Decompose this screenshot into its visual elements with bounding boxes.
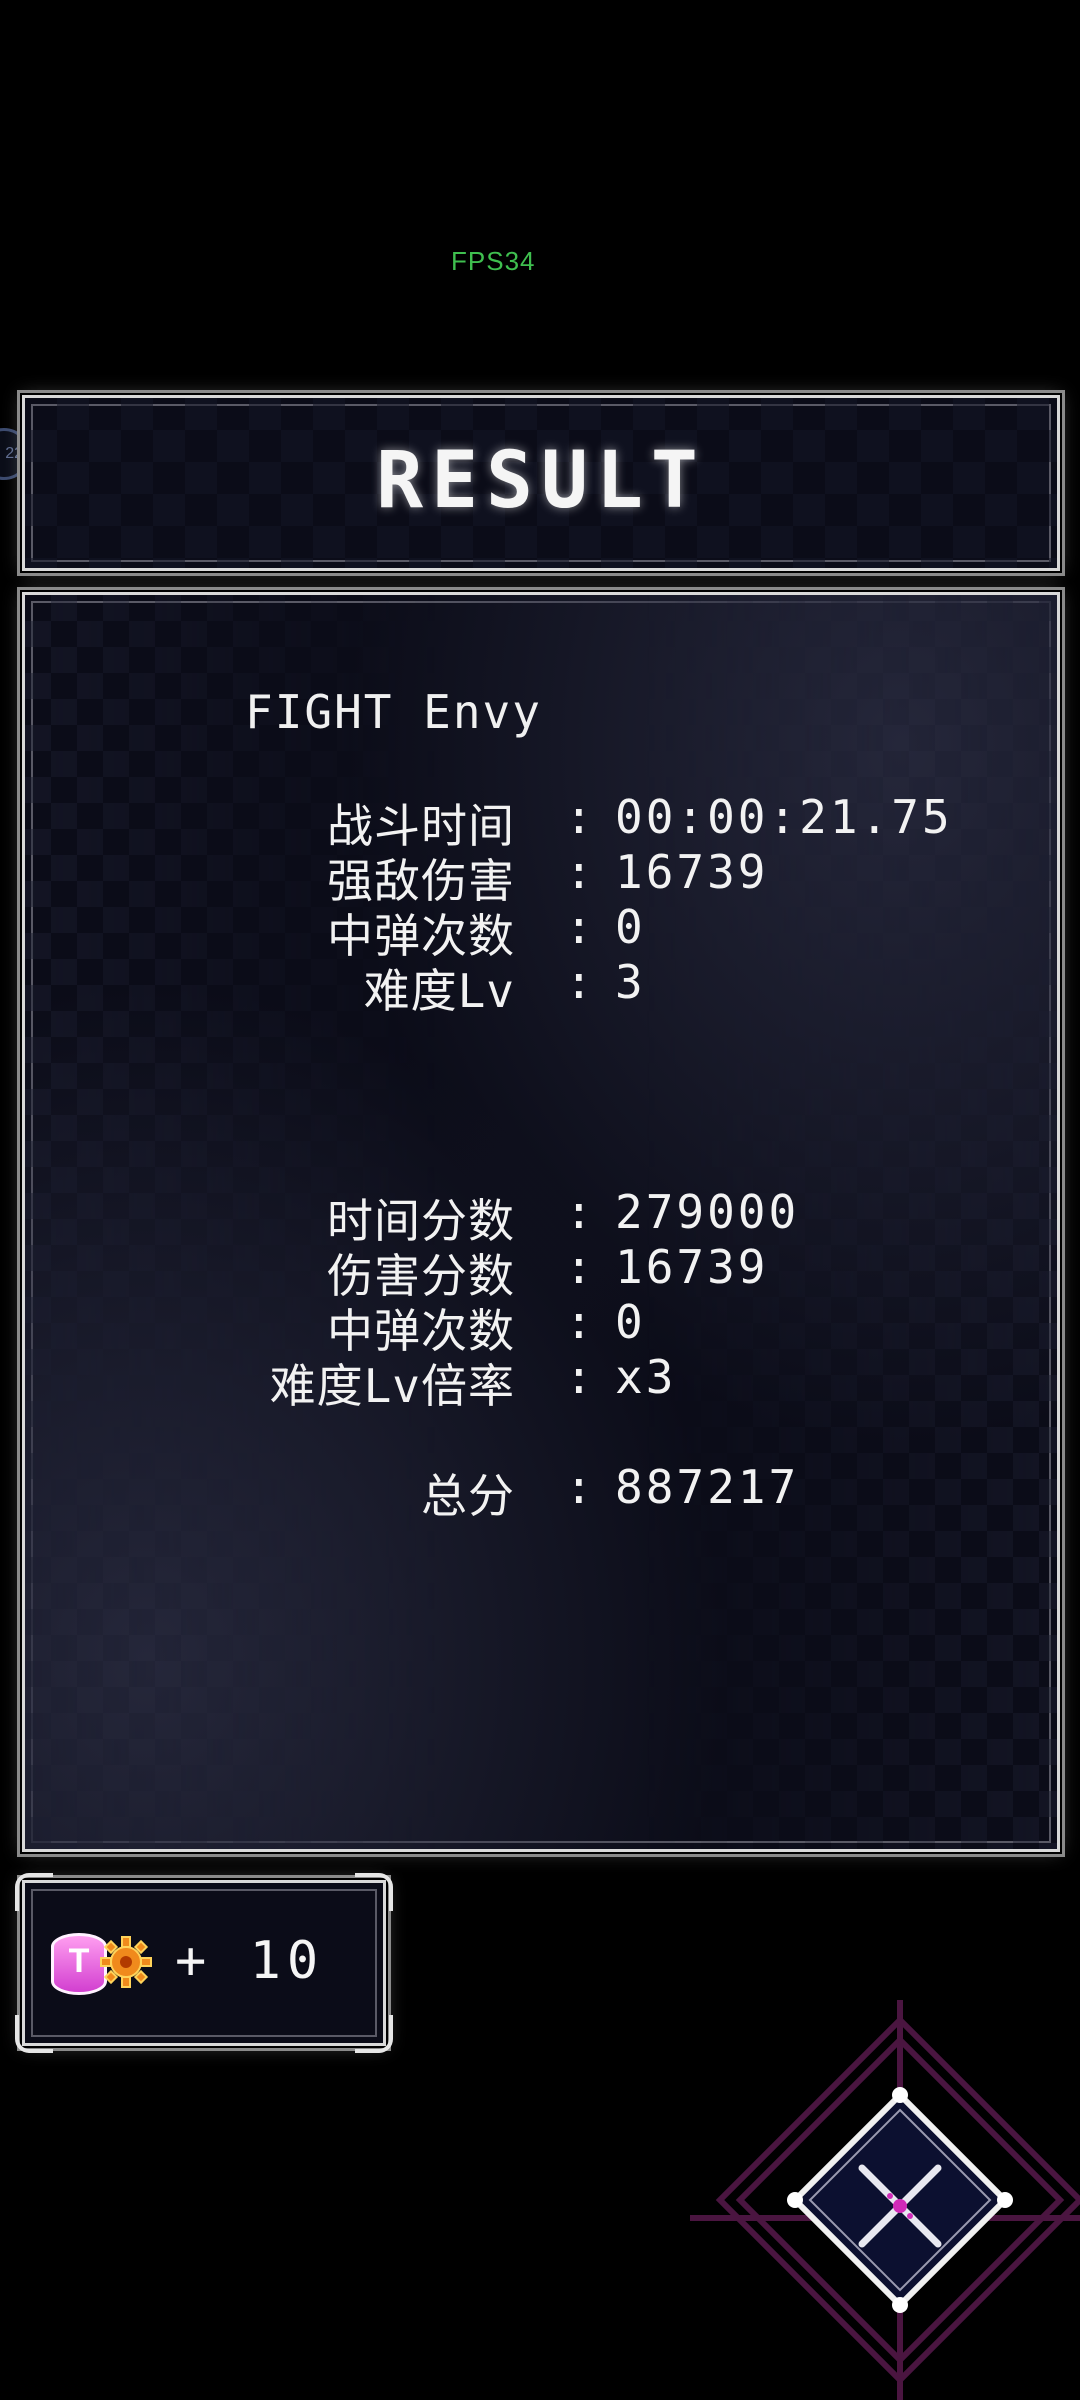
frame-corner-ornament — [25, 398, 53, 426]
fps-counter: FPS34 — [451, 246, 536, 276]
stat-value: 0 — [615, 1295, 646, 1349]
stat-colon: : — [565, 1460, 593, 1514]
stat-value: 16739 — [615, 845, 769, 899]
stat-row-boss-damage: 强敌伤害 : 16739 — [25, 845, 1025, 908]
reward-panel: T + 10 — [15, 1873, 393, 2053]
frame-corner-ornament — [1029, 595, 1057, 623]
result-stats-panel: FIGHT Envy 战斗时间 : 00:00:21.75 强敌伤害 : 167… — [22, 592, 1060, 1852]
result-title-panel: RESULT — [22, 395, 1060, 571]
stat-value: 00:00:21.75 — [615, 790, 953, 844]
stat-row-difficulty: 难度Lv : 3 — [25, 955, 1025, 1018]
stat-colon: : — [565, 845, 593, 899]
stat-row-difficulty-multiplier: 难度Lv倍率 : x3 — [25, 1350, 1025, 1413]
stat-row-total-score: 总分 : 887217 — [25, 1460, 1025, 1523]
stat-label: 难度Lv — [363, 964, 515, 1018]
stat-value: 3 — [615, 955, 646, 1009]
ticket-icon-letter: T — [68, 1942, 90, 1980]
frame-corner-ornament — [25, 1821, 53, 1849]
reward-amount: + 10 — [175, 1931, 325, 1991]
stat-colon: : — [565, 790, 593, 844]
stat-colon: : — [565, 1295, 593, 1349]
frame-corner-ornament — [355, 2015, 393, 2053]
stat-value: 279000 — [615, 1185, 800, 1239]
total-label: 总分 — [421, 1469, 515, 1523]
frame-corner-ornament — [1029, 398, 1057, 426]
stat-colon: : — [565, 900, 593, 954]
frame-corner-ornament — [1029, 1821, 1057, 1849]
stat-colon: : — [565, 1240, 593, 1294]
frame-corner-ornament — [15, 1873, 53, 1911]
frame-corner-ornament — [25, 540, 53, 568]
stat-row-battle-time: 战斗时间 : 00:00:21.75 — [25, 790, 1025, 853]
stat-row-hits-taken: 中弹次数 : 0 — [25, 900, 1025, 963]
result-screen: FPS34 22 RESULT FIGHT Envy 战斗时间 : 00:00:… — [0, 0, 1080, 2400]
stat-value: 0 — [615, 900, 646, 954]
stat-value: 16739 — [615, 1240, 769, 1294]
frame-corner-ornament — [25, 595, 53, 623]
stat-value: x3 — [615, 1350, 677, 1404]
total-value: 887217 — [615, 1460, 800, 1514]
stat-label: 难度Lv倍率 — [269, 1359, 515, 1413]
stat-row-hits-score: 中弹次数 : 0 — [25, 1295, 1025, 1358]
stat-row-time-score: 时间分数 : 279000 — [25, 1185, 1025, 1248]
result-title: RESULT — [376, 436, 706, 526]
stat-colon: : — [565, 1350, 593, 1404]
frame-corner-ornament — [355, 1873, 393, 1911]
frame-corner-ornament — [15, 2015, 53, 2053]
side-bubble-label: 22 — [5, 445, 23, 462]
fight-name: FIGHT Envy — [245, 685, 542, 739]
stat-row-damage-score: 伤害分数 : 16739 — [25, 1240, 1025, 1303]
frame-corner-ornament — [1029, 540, 1057, 568]
stat-colon: : — [565, 955, 593, 1009]
stat-colon: : — [565, 1185, 593, 1239]
gear-icon — [100, 1936, 152, 1988]
crossed-swords-emblem-button[interactable] — [680, 2000, 1080, 2400]
